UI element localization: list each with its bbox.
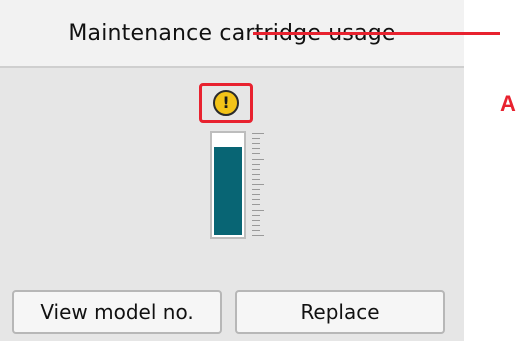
gauge-tick xyxy=(252,189,260,191)
printer-screen: Maintenance cartridge usage ! View model… xyxy=(0,0,464,341)
gauge-tick xyxy=(252,173,260,175)
exclamation-warning-icon: ! xyxy=(213,90,239,116)
gauge-tick xyxy=(252,235,264,236)
view-model-number-button[interactable]: View model no. xyxy=(12,290,222,334)
gauge-tick xyxy=(252,194,260,196)
gauge-tick xyxy=(252,168,260,170)
gauge-tick xyxy=(252,148,260,150)
gauge-tick xyxy=(252,178,260,180)
gauge-scale-ticks xyxy=(252,131,266,239)
gauge-tick xyxy=(252,199,260,201)
gauge-tick xyxy=(252,229,260,231)
gauge-tick xyxy=(252,138,260,140)
gauge-tick xyxy=(252,219,260,221)
gauge-fill-level xyxy=(214,147,242,235)
gauge-tick xyxy=(252,133,264,134)
callout-line xyxy=(253,32,500,35)
callout-label: A xyxy=(500,91,516,116)
gauge-tick xyxy=(252,209,264,211)
gauge-tick xyxy=(252,214,260,216)
gauge-tick xyxy=(252,158,264,160)
gauge-tick xyxy=(252,224,260,226)
maintenance-cartridge-gauge xyxy=(210,131,246,239)
replace-button[interactable]: Replace xyxy=(235,290,445,334)
gauge-tick xyxy=(252,184,264,185)
gauge-area: ! xyxy=(0,68,464,278)
gauge-tick xyxy=(252,153,260,155)
gauge-tick xyxy=(252,143,260,145)
warning-highlight-box: ! xyxy=(199,83,253,123)
gauge-tick xyxy=(252,163,260,165)
gauge-tick xyxy=(252,204,260,206)
